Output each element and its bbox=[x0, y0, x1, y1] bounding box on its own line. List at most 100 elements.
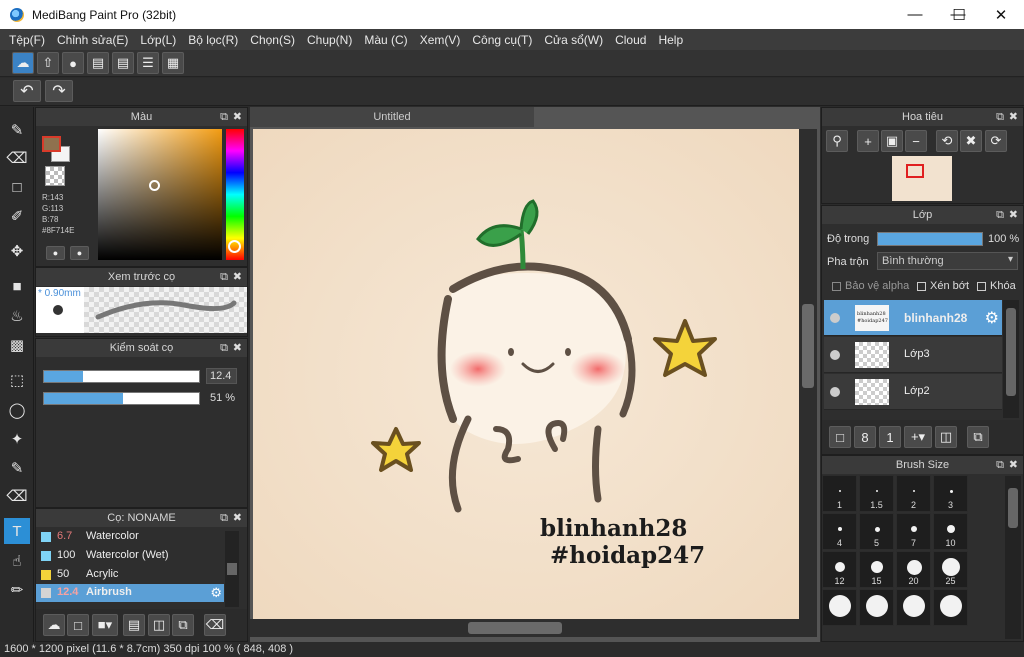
brush-list-item[interactable]: 50 Acrylic bbox=[36, 566, 224, 584]
menu-view[interactable]: Xem(V) bbox=[414, 33, 467, 47]
undock-icon[interactable]: ⧉ bbox=[996, 206, 1004, 224]
brush-list-scrollbar[interactable] bbox=[225, 531, 239, 607]
brush-settings-icon[interactable]: ▤ bbox=[123, 614, 145, 636]
close-button[interactable]: ✕ bbox=[978, 0, 1024, 29]
brush-tool-icon[interactable]: ✎ bbox=[4, 117, 30, 143]
reset-view-icon[interactable]: ✖ bbox=[960, 130, 982, 152]
menu-help[interactable]: Help bbox=[652, 33, 689, 47]
brush-list-item-selected[interactable]: 12.4 Airbrush ⚙ bbox=[36, 584, 224, 602]
duplicate-layer-icon[interactable]: ⧉ bbox=[967, 426, 989, 448]
text-tool-icon[interactable]: T bbox=[4, 518, 30, 544]
blend-mode-select[interactable]: Bình thường ▾ bbox=[877, 252, 1018, 270]
gear-icon[interactable]: ⚙ bbox=[210, 585, 222, 601]
undock-icon[interactable]: ⧉ bbox=[996, 108, 1004, 126]
brush-size-value[interactable]: 12.4 bbox=[206, 368, 237, 384]
undock-icon[interactable]: ⧉ bbox=[220, 509, 228, 527]
brush-size-cell[interactable]: 4 bbox=[822, 513, 857, 550]
visibility-toggle[interactable] bbox=[830, 313, 840, 323]
brush-list-item[interactable]: 100 Watercolor (Wet) bbox=[36, 547, 224, 565]
operation-tool-icon[interactable]: ☝ bbox=[4, 548, 30, 574]
brush-size-cell[interactable] bbox=[822, 589, 857, 626]
move-tool-icon[interactable]: ✥ bbox=[4, 238, 30, 264]
comment-icon[interactable]: ● bbox=[62, 52, 84, 74]
brush-size-slider[interactable] bbox=[43, 370, 200, 383]
protect-alpha-checkbox[interactable] bbox=[832, 282, 841, 291]
brush-size-cell[interactable]: 12 bbox=[822, 551, 857, 588]
rect-shape-tool-icon[interactable]: □ bbox=[4, 174, 30, 200]
rotate-right-icon[interactable]: ⟳ bbox=[985, 130, 1007, 152]
visibility-toggle[interactable] bbox=[830, 387, 840, 397]
menu-window[interactable]: Cửa sổ(W) bbox=[538, 33, 609, 47]
document-tab[interactable]: Untitled bbox=[250, 107, 534, 127]
lasso-tool-icon[interactable]: ◯ bbox=[4, 397, 30, 423]
clipping-checkbox[interactable] bbox=[917, 282, 926, 291]
fill-rect-tool-icon[interactable]: ■ bbox=[4, 273, 30, 299]
undock-icon[interactable]: ⧉ bbox=[996, 456, 1004, 474]
brush-opacity-slider[interactable] bbox=[43, 392, 200, 405]
brush-size-cell[interactable]: 1.5 bbox=[859, 475, 894, 512]
document-icon[interactable]: ▤ bbox=[112, 52, 134, 74]
zoom-icon[interactable]: ⚲ bbox=[826, 130, 848, 152]
undo-icon[interactable]: ↶ bbox=[13, 80, 41, 102]
new-layer-icon[interactable]: □ bbox=[829, 426, 851, 448]
close-panel-icon[interactable]: ✖ bbox=[1009, 206, 1018, 224]
brush-size-cell[interactable]: 3 bbox=[933, 475, 968, 512]
palette-icon[interactable]: ● bbox=[46, 246, 65, 260]
brush-size-cell[interactable] bbox=[896, 589, 931, 626]
brush-delete-icon[interactable]: ⌫ bbox=[204, 614, 226, 636]
layer-row[interactable]: Lớp2 bbox=[824, 374, 1002, 410]
fit-icon[interactable]: ▣ bbox=[881, 130, 903, 152]
brush-size-cell[interactable]: 25 bbox=[933, 551, 968, 588]
layer-row-selected[interactable]: blinhanh28 #hoidap247 blinhanh28 ⚙ bbox=[824, 300, 1002, 336]
menu-file[interactable]: Tệp(F) bbox=[3, 33, 51, 47]
fg-color-swatch[interactable] bbox=[42, 136, 61, 152]
cloud-save-icon[interactable]: ☁ bbox=[12, 52, 34, 74]
select-rect-tool-icon[interactable]: ⬚ bbox=[4, 367, 30, 393]
lock-checkbox[interactable] bbox=[977, 282, 986, 291]
brush-cloud-icon[interactable]: ☁ bbox=[43, 614, 65, 636]
new-brush-icon[interactable]: □ bbox=[67, 614, 89, 636]
sv-cursor[interactable] bbox=[149, 180, 160, 191]
brush-size-cell[interactable] bbox=[859, 589, 894, 626]
magic-wand-tool-icon[interactable]: ✦ bbox=[4, 426, 30, 452]
zoom-out-icon[interactable]: − bbox=[905, 130, 927, 152]
list-icon[interactable]: ☰ bbox=[137, 52, 159, 74]
zoom-in-icon[interactable]: + bbox=[857, 130, 879, 152]
menu-snap[interactable]: Chụp(N) bbox=[301, 33, 358, 47]
brush-list-item[interactable]: 6.7 Watercolor bbox=[36, 528, 224, 546]
brush-size-cell[interactable] bbox=[933, 589, 968, 626]
select-pen-tool-icon[interactable]: ✎ bbox=[4, 455, 30, 481]
layer-list-scrollbar[interactable] bbox=[1003, 300, 1019, 418]
hue-cursor[interactable] bbox=[228, 240, 241, 253]
menu-filter[interactable]: Bộ lọc(R) bbox=[182, 33, 244, 47]
redo-icon[interactable]: ↷ bbox=[45, 80, 73, 102]
layer-folder-icon[interactable]: ◫ bbox=[935, 426, 957, 448]
close-panel-icon[interactable]: ✖ bbox=[233, 108, 242, 126]
undock-icon[interactable]: ⧉ bbox=[220, 268, 228, 286]
brush-add-menu-icon[interactable]: ■▾ bbox=[92, 614, 118, 636]
brush-size-cell[interactable]: 5 bbox=[859, 513, 894, 550]
brush-size-scrollbar[interactable] bbox=[1005, 476, 1021, 639]
menu-select[interactable]: Chọn(S) bbox=[244, 33, 301, 47]
rotate-left-icon[interactable]: ⟲ bbox=[936, 130, 958, 152]
menu-layer[interactable]: Lớp(L) bbox=[134, 33, 182, 47]
gear-icon[interactable]: ⚙ bbox=[985, 308, 999, 328]
brush-folder-icon[interactable]: ◫ bbox=[148, 614, 170, 636]
message-icon[interactable]: ▤ bbox=[87, 52, 109, 74]
menu-cloud[interactable]: Cloud bbox=[609, 33, 652, 47]
menu-color[interactable]: Màu (C) bbox=[358, 33, 413, 47]
sv-color-field[interactable] bbox=[98, 129, 222, 260]
close-panel-icon[interactable]: ✖ bbox=[233, 268, 242, 286]
canvas-vertical-scrollbar[interactable] bbox=[799, 129, 817, 619]
color-tool-icon[interactable]: ● bbox=[70, 246, 89, 260]
eraser-tool-icon[interactable]: ⌫ bbox=[4, 145, 30, 171]
share-icon[interactable]: ⇧ bbox=[37, 52, 59, 74]
artboard[interactable]: blinhanh28 #hoidap247 bbox=[253, 129, 799, 619]
dot-brush-tool-icon[interactable]: ✐ bbox=[4, 203, 30, 229]
eyedropper-tool-icon[interactable]: ✏ bbox=[4, 577, 30, 603]
new-layer-1bit-icon[interactable]: 1 bbox=[879, 426, 901, 448]
layer-row[interactable]: Lớp3 bbox=[824, 337, 1002, 373]
brush-size-cell[interactable]: 10 bbox=[933, 513, 968, 550]
brush-size-cell[interactable]: 20 bbox=[896, 551, 931, 588]
canvas-horizontal-scrollbar[interactable] bbox=[250, 619, 817, 637]
